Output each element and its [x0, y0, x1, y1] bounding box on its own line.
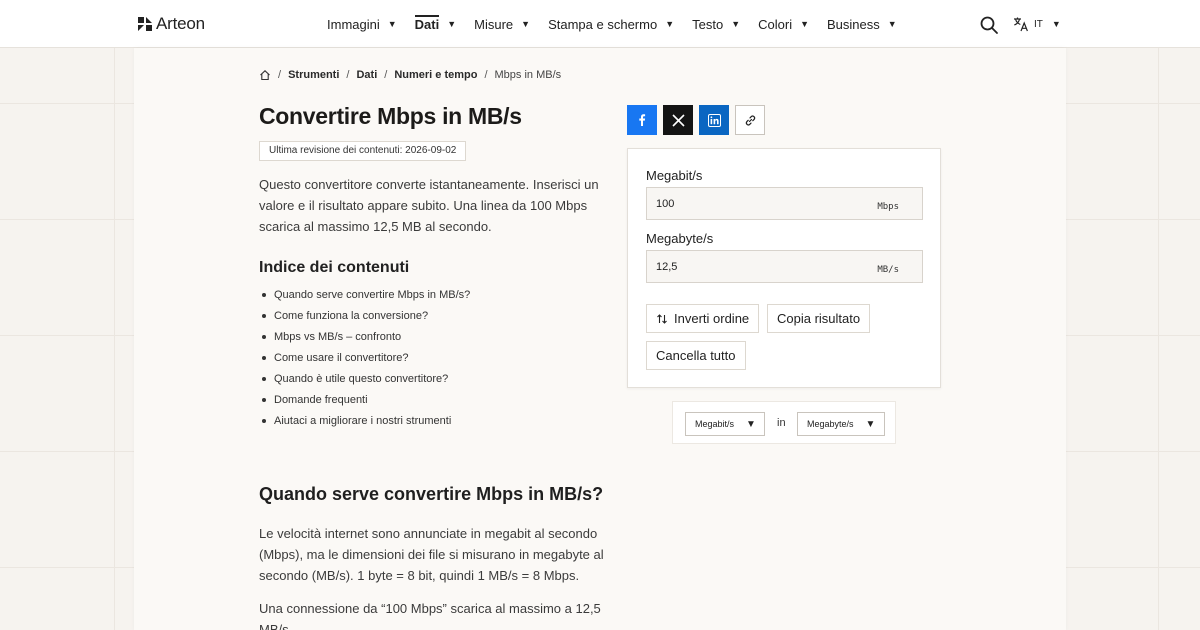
linkedin-icon — [707, 113, 721, 127]
button-label: Inverti ordine — [674, 311, 750, 326]
button-label: Copia risultato — [777, 311, 861, 326]
swap-order-button[interactable]: Inverti ordine — [646, 304, 760, 333]
select-value: Megabyte/s — [807, 419, 854, 429]
toc-item[interactable]: Aiutaci a migliorare i nostri strumenti — [259, 414, 470, 435]
logo-icon — [138, 17, 152, 31]
toc-item[interactable]: Mbps vs MB/s – confronto — [259, 330, 470, 351]
to-unit-label: Megabyte/s — [646, 231, 714, 246]
caret-down-icon: ▼ — [887, 19, 897, 29]
x-icon — [671, 113, 685, 127]
megabit-input[interactable]: 100 Mbps — [646, 187, 923, 220]
nav-item-business[interactable]: Business ▼ — [827, 0, 897, 48]
from-unit-select[interactable]: Megabit/s ▼ — [685, 412, 765, 436]
intro-text: Questo convertitore converte istantaneam… — [259, 177, 599, 234]
translate-icon — [1014, 17, 1028, 32]
nav-item-colori[interactable]: Colori ▼ — [758, 0, 809, 48]
copy-result-button[interactable]: Copia risultato — [767, 304, 871, 333]
breadcrumb-strumenti[interactable]: Strumenti — [288, 69, 339, 81]
brand-name: Arteon — [156, 14, 205, 33]
toc-title: Indice dei contenuti — [259, 259, 410, 276]
breadcrumb-dati[interactable]: Dati — [356, 69, 377, 81]
nav-item-stampa-e-schermo[interactable]: Stampa e schermo ▼ — [548, 0, 674, 48]
nav-label: Business — [827, 16, 880, 32]
share-x-button[interactable] — [663, 105, 693, 135]
connector-label: in — [777, 417, 786, 429]
breadcrumb: / Strumenti / Dati / Numeri e tempo / Mb… — [259, 69, 561, 81]
breadcrumb-separator: / — [484, 69, 488, 81]
toc-item[interactable]: Quando serve convertire Mbps in MB/s? — [259, 288, 470, 309]
toc-item[interactable]: Domande frequenti — [259, 393, 470, 414]
main-nav: Immagini ▼ Dati ▼ Misure ▼ Stampa e schermo… — [327, 0, 915, 48]
caret-down-icon: ▼ — [731, 19, 741, 29]
caret-down-icon: ▼ — [665, 19, 675, 29]
section-paragraph: Le velocità internet sono annunciate in … — [259, 526, 604, 583]
section-title: Quando serve convertire Mbps in MB/s? — [259, 484, 604, 504]
share-facebook-button[interactable] — [627, 105, 657, 135]
nav-label: Colori — [758, 16, 793, 32]
caret-down-icon: ▼ — [800, 19, 810, 29]
nav-label: Stampa e schermo — [548, 16, 658, 32]
caret-down-icon: ▼ — [521, 19, 531, 29]
link-icon — [745, 115, 755, 125]
breadcrumb-numeri-e-tempo[interactable]: Numeri e tempo — [394, 69, 477, 81]
input-value: 100 — [656, 198, 675, 210]
caret-down-icon: ▼ — [746, 418, 756, 430]
nav-label: Testo — [692, 16, 724, 32]
nav-item-misure[interactable]: Misure ▼ — [474, 0, 530, 48]
select-value: Megabit/s — [695, 419, 735, 429]
caret-down-icon: ▼ — [865, 418, 876, 430]
site-header: Arteon Immagini ▼ Dati ▼ Misure ▼ Stampa e … — [0, 0, 1200, 48]
converter-panel: Megabit/s 100 Mbps Megabyte/s 12,5 MB/s … — [627, 148, 941, 388]
nav-label: Misure — [474, 16, 514, 32]
from-unit-label: Megabit/s — [646, 168, 703, 183]
swap-icon — [657, 313, 667, 324]
toc-item[interactable]: Come usare il convertitore? — [259, 351, 470, 372]
facebook-icon — [639, 114, 646, 126]
nav-label: Dati — [414, 14, 440, 32]
nav-item-immagini[interactable]: Immagini ▼ — [327, 0, 397, 48]
page-title: Convertire Mbps in MB/s — [259, 103, 522, 129]
button-label: Cancella tutto — [656, 348, 736, 363]
caret-down-icon: ▼ — [447, 19, 457, 29]
breadcrumb-separator: / — [346, 69, 350, 81]
toc-item[interactable]: Quando è utile questo convertitore? — [259, 372, 470, 393]
search-icon[interactable] — [979, 15, 999, 35]
nav-item-dati[interactable]: Dati ▼ — [414, 0, 457, 48]
nav-label: Immagini — [327, 16, 380, 32]
breadcrumb-current: Mbps in MB/s — [494, 69, 562, 81]
nav-item-testo[interactable]: Testo ▼ — [692, 0, 740, 48]
revision-badge: Ultima revisione dei contenuti: 2026-09-… — [259, 141, 467, 161]
unit-selector: Megabit/s ▼ in Megabyte/s ▼ — [672, 401, 896, 444]
breadcrumb-separator: / — [384, 69, 388, 81]
input-value: 12,5 — [656, 261, 678, 273]
section-paragraph: Una connessione da “100 Mbps” scarica al… — [259, 601, 601, 630]
caret-down-icon: ▼ — [1051, 19, 1061, 29]
clear-all-button[interactable]: Cancella tutto — [646, 341, 746, 370]
caret-down-icon: ▼ — [387, 19, 397, 29]
to-unit-select[interactable]: Megabyte/s ▼ — [797, 412, 885, 436]
language-switcher[interactable]: IT ▼ — [1013, 16, 1061, 32]
copy-link-button[interactable] — [735, 105, 765, 135]
share-linkedin-button[interactable] — [699, 105, 729, 135]
input-unit: MB/s — [877, 265, 899, 275]
language-code: IT — [1034, 18, 1043, 30]
table-of-contents: Quando serve convertire Mbps in MB/s? Co… — [259, 288, 470, 435]
input-unit: Mbps — [877, 202, 899, 212]
breadcrumb-separator: / — [278, 69, 282, 81]
megabyte-input[interactable]: 12,5 MB/s — [646, 250, 923, 283]
brand-logo[interactable]: Arteon — [137, 14, 205, 34]
toc-item[interactable]: Come funziona la conversione? — [259, 309, 470, 330]
home-icon[interactable] — [259, 69, 271, 81]
